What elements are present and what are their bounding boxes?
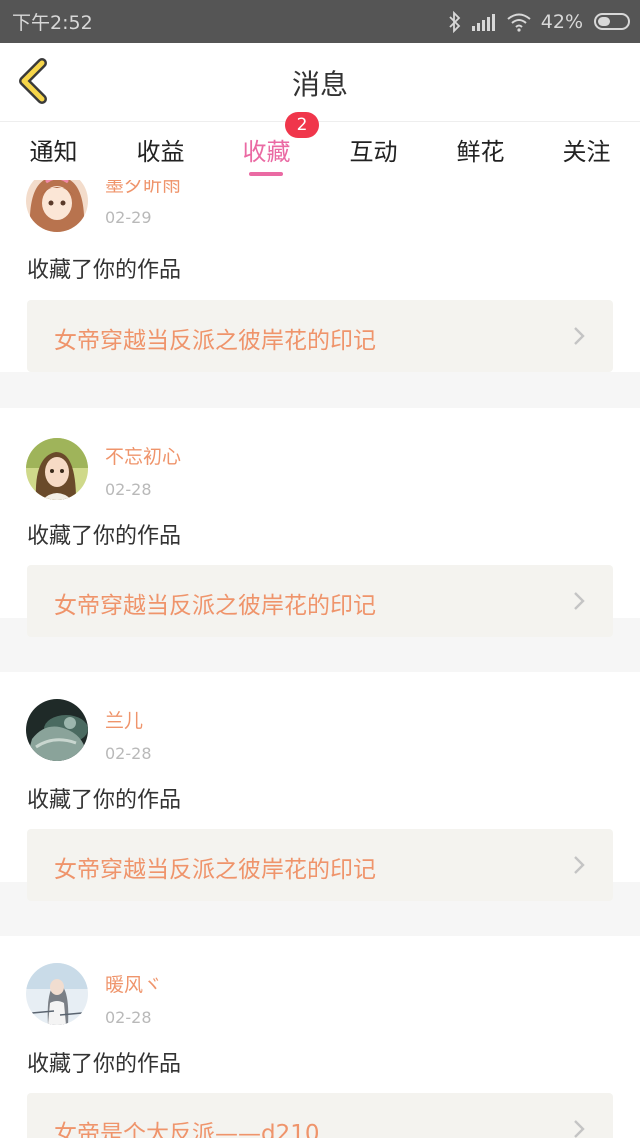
message-card: 不忘初心 02-28 收藏了你的作品 女帝穿越当反派之彼岸花的印记 — [0, 408, 640, 637]
status-bar: 下午2:52 42% — [0, 0, 640, 43]
avatar[interactable] — [26, 438, 88, 500]
chevron-right-icon — [574, 592, 585, 610]
work-title: 女帝穿越当反派之彼岸花的印记 — [54, 593, 376, 619]
action-text: 收藏了你的作品 — [27, 524, 182, 549]
work-title: 女帝穿越当反派之彼岸花的印记 — [54, 857, 376, 883]
action-text: 收藏了你的作品 — [27, 258, 182, 283]
message-date: 02-29 — [105, 208, 152, 227]
tab-interactions[interactable]: 互动 — [320, 132, 427, 167]
work-link[interactable]: 女帝是个大反派——d210 — [27, 1093, 613, 1138]
message-date: 02-28 — [105, 1008, 152, 1027]
message-date: 02-28 — [105, 744, 152, 763]
tab-earnings[interactable]: 收益 — [107, 132, 214, 167]
message-date: 02-28 — [105, 480, 152, 499]
chevron-right-icon — [574, 327, 585, 345]
avatar[interactable] — [26, 699, 88, 761]
bluetooth-icon — [449, 10, 461, 33]
tab-bar: 通知 收益 收藏 互动 鲜花 关注 — [0, 122, 640, 180]
battery-level — [598, 17, 610, 26]
tab-flowers[interactable]: 鲜花 — [427, 132, 534, 167]
wifi-icon — [507, 13, 531, 32]
message-list[interactable]: 墨夕昕雨 02-29 收藏了你的作品 女帝穿越当反派之彼岸花的印记 不忘初心 0… — [0, 180, 640, 1138]
battery-icon — [594, 13, 630, 30]
message-card: 兰儿 02-28 收藏了你的作品 女帝穿越当反派之彼岸花的印记 — [0, 672, 640, 901]
signal-icon — [471, 13, 495, 31]
app-header: 消息 — [0, 43, 640, 122]
avatar[interactable] — [26, 963, 88, 1025]
action-text: 收藏了你的作品 — [27, 788, 182, 813]
work-link[interactable]: 女帝穿越当反派之彼岸花的印记 — [27, 300, 613, 372]
work-link[interactable]: 女帝穿越当反派之彼岸花的印记 — [27, 829, 613, 901]
username[interactable]: 不忘初心 — [105, 442, 181, 469]
work-link[interactable]: 女帝穿越当反派之彼岸花的印记 — [27, 565, 613, 637]
message-card: 暖风ヾ 02-28 收藏了你的作品 女帝是个大反派——d210 — [0, 936, 640, 1138]
battery-percent: 42% — [540, 10, 583, 33]
page-title: 消息 — [291, 68, 348, 101]
username[interactable]: 墨夕昕雨 — [105, 180, 181, 197]
status-icons: 42% — [448, 10, 630, 33]
message-card: 墨夕昕雨 02-29 收藏了你的作品 女帝穿越当反派之彼岸花的印记 — [0, 180, 640, 372]
unread-badge: 2 — [285, 112, 319, 138]
work-title: 女帝穿越当反派之彼岸花的印记 — [54, 328, 376, 354]
avatar[interactable] — [26, 180, 88, 232]
tab-follows[interactable]: 关注 — [533, 132, 640, 167]
tab-notifications[interactable]: 通知 — [0, 132, 107, 167]
chevron-right-icon — [574, 856, 585, 874]
username[interactable]: 暖风ヾ — [105, 970, 162, 997]
work-title: 女帝是个大反派——d210 — [54, 1121, 320, 1138]
active-tab-indicator — [249, 172, 283, 176]
status-time: 下午2:52 — [12, 12, 93, 34]
action-text: 收藏了你的作品 — [27, 1052, 182, 1077]
username[interactable]: 兰儿 — [105, 706, 143, 733]
chevron-right-icon — [574, 1120, 585, 1138]
